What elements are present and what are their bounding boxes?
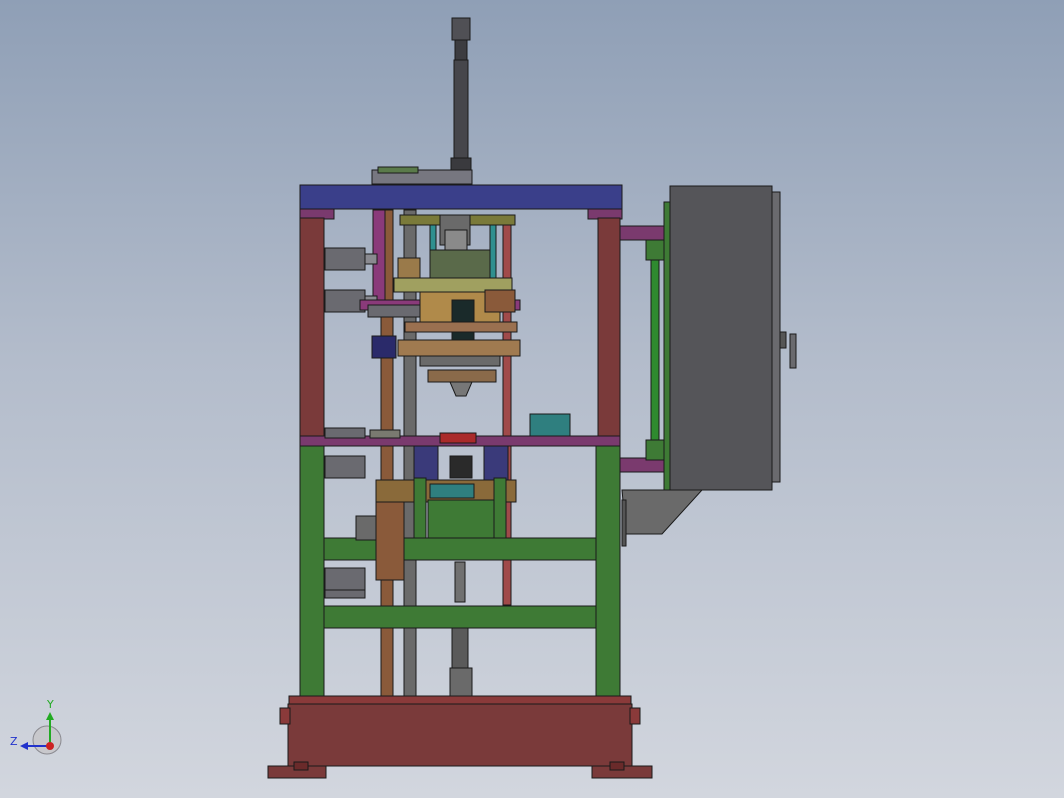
cad-viewport[interactable]: Y Z bbox=[0, 0, 1064, 798]
machine-base[interactable] bbox=[267, 695, 653, 779]
axis-z-label: Z bbox=[10, 735, 18, 748]
lower-mechanism[interactable] bbox=[324, 445, 517, 697]
coordinate-triad-icon bbox=[20, 712, 62, 755]
control-cabinet[interactable] bbox=[669, 185, 797, 491]
axis-y-label: Y bbox=[47, 698, 54, 711]
machine-assembly-drawing bbox=[20, 17, 797, 779]
top-cylinder[interactable] bbox=[371, 17, 473, 185]
top-plate[interactable] bbox=[299, 184, 623, 210]
